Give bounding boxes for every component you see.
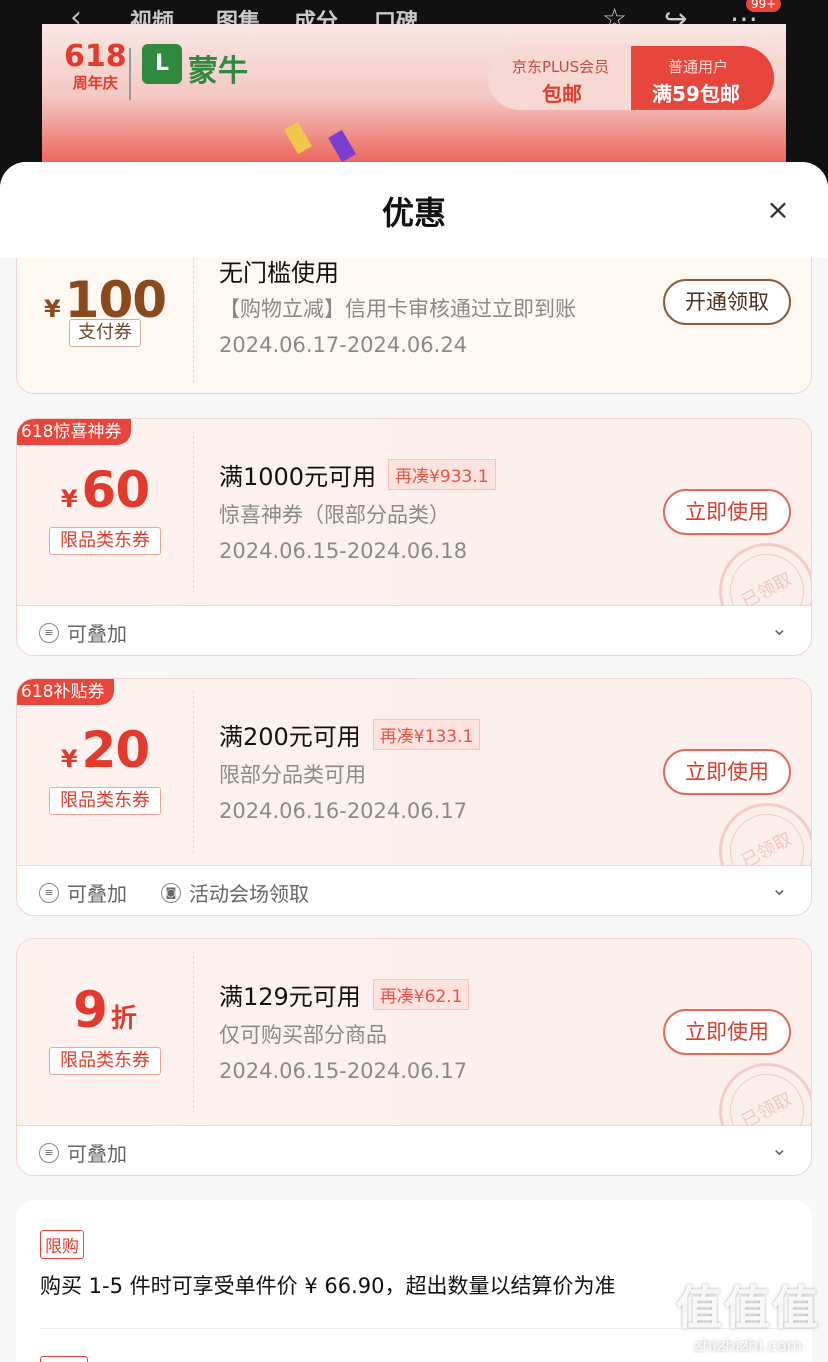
use-now-button[interactable]: 立即使用 [663,1009,791,1055]
remaining-amount: 再凑¥933.1 [388,459,496,490]
promo-banner: 618 周年庆 L 蒙牛 京东PLUS会员 包邮 普通用户 满59包邮 [42,24,786,184]
coupon-title: 满129元可用 再凑¥62.1 [219,977,470,1012]
coupon-body: 9折 限品类东券 满129元可用 再凑¥62.1 仅可购买部分商品 2024.06… [17,939,811,1175]
watermark-logo: 值值值 [676,1281,820,1335]
shipping-pill: 京东PLUS会员 包邮 普通用户 满59包邮 [488,46,774,110]
brand-logo-icon: L [142,44,182,84]
activate-claim-button[interactable]: 开通领取 [663,279,791,325]
coupon-body: 618惊喜神券 ¥60 限品类东券 满1000元可用 再凑¥933.1 惊喜神券（… [17,419,811,655]
sheet-header: 优惠 × [0,162,828,258]
coupon-card: 9折 限品类东券 满129元可用 再凑¥62.1 仅可购买部分商品 2024.06… [16,938,812,1176]
close-icon[interactable]: × [764,196,792,224]
sheet-title: 优惠 [381,194,446,232]
watermark-url: zhizhizhi.com [693,1336,803,1355]
confetti [284,121,312,155]
coupon-desc: 惊喜神券（限部分品类） [219,503,450,527]
venue-claim-chip: ◙ 活动会场领取 [161,878,309,907]
coupon-footer[interactable]: ≡ 可叠加 ⌄ [17,605,811,655]
coupon-amount: ¥60 [60,461,150,519]
coupon-footer[interactable]: ≡ 可叠加 ◙ 活动会场领取 ⌄ [17,865,811,915]
event-logo: 618 周年庆 [64,39,127,92]
next-tag [40,1356,88,1362]
use-now-button[interactable]: 立即使用 [663,489,791,535]
coupon-amount: 9折 [73,981,137,1039]
coupon-date: 2024.06.15-2024.06.18 [219,539,468,563]
stack-icon: ≡ [39,622,59,643]
coupon-type-tag: 限品类东券 [49,787,161,815]
plus-shipping: 包邮 [542,82,582,106]
coupon-type-tag: 支付券 [69,319,141,347]
coupon-desc: 限部分品类可用 [219,763,366,787]
coupon-sheet: 优惠 × ¥100 支付券 无门槛使用 【购物立减】信用卡审核通过立即到账 20… [0,162,828,1362]
coupon-title: 满1000元可用 再凑¥933.1 [219,457,496,492]
coupon-list[interactable]: ¥100 支付券 无门槛使用 【购物立减】信用卡审核通过立即到账 2024.06… [0,258,828,1362]
normal-shipping: 满59包邮 [652,82,740,106]
coupon-amount: ¥20 [60,721,150,779]
watermark: 值值值 zhizhizhi.com [676,1272,820,1355]
stack-icon: ≡ [39,882,59,903]
limit-text: 购买 1-5 件时可享受单件价 ¥ 66.90，超出数量以结算价为准 [40,1274,616,1298]
stackable-chip: ≡ 可叠加 [39,1138,127,1167]
limit-tag: 限购 [40,1230,84,1259]
coupon-desc: 仅可购买部分商品 [219,1023,387,1047]
use-now-button[interactable]: 立即使用 [663,749,791,795]
venue-icon: ◙ [161,882,181,903]
coupon-desc: 【购物立减】信用卡审核通过立即到账 [219,297,576,321]
normal-label: 普通用户 [668,58,729,76]
plus-label: 京东PLUS会员 [512,58,610,76]
stack-icon: ≡ [39,1142,59,1163]
remaining-amount: 再凑¥133.1 [372,719,481,750]
remaining-amount: 再凑¥62.1 [372,979,470,1010]
chevron-down-icon[interactable]: ⌄ [771,876,788,900]
message-badge: 99+ [746,0,782,12]
chevron-down-icon[interactable]: ⌄ [771,1136,788,1160]
coupon-title: 满200元可用 再凑¥133.1 [219,717,481,752]
coupon-title: 无门槛使用 [219,259,339,287]
brand-name: 蒙牛 [188,54,248,89]
coupon-date: 2024.06.16-2024.06.17 [219,799,468,823]
coupon-card: 618惊喜神券 ¥60 限品类东券 满1000元可用 再凑¥933.1 惊喜神券（… [16,418,812,656]
coupon-card: ¥100 支付券 无门槛使用 【购物立减】信用卡审核通过立即到账 2024.06… [16,258,812,394]
confetti [328,129,356,163]
coupon-ribbon: 618补贴券 [17,679,115,705]
coupon-type-tag: 限品类东券 [49,1047,161,1075]
coupon-date: 2024.06.17-2024.06.24 [219,333,468,357]
stackable-chip: ≡ 可叠加 [39,878,127,907]
coupon-body: ¥100 支付券 无门槛使用 【购物立减】信用卡审核通过立即到账 2024.06… [17,258,811,393]
chevron-down-icon[interactable]: ⌄ [771,616,788,640]
coupon-date: 2024.06.15-2024.06.17 [219,1059,468,1083]
stackable-chip: ≡ 可叠加 [39,618,127,647]
coupon-type-tag: 限品类东券 [49,527,161,555]
banner-divider [129,48,131,100]
coupon-ribbon: 618惊喜神券 [17,419,132,445]
coupon-footer[interactable]: ≡ 可叠加 ⌄ [17,1125,811,1175]
coupon-card: 618补贴券 ¥20 限品类东券 满200元可用 再凑¥133.1 限部分品类可用… [16,678,812,916]
coupon-body: 618补贴券 ¥20 限品类东券 满200元可用 再凑¥133.1 限部分品类可用… [17,679,811,915]
